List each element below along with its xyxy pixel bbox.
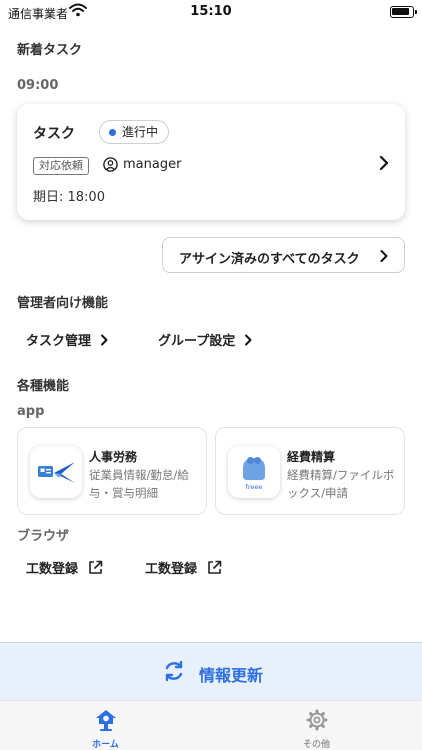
admin-section-title: 管理者向け機能 — [17, 296, 109, 311]
hr-app-card[interactable]: 人事労務 従業員情報/勤怠/給与・賞与明細 — [17, 427, 207, 515]
group-settings-link[interactable]: グループ設定 — [158, 330, 254, 349]
chevron-right-icon — [379, 155, 389, 171]
man-hours-link-1[interactable]: 工数登録 — [26, 558, 103, 577]
task-management-link[interactable]: タスク管理 — [26, 330, 110, 349]
tab-bar: ホーム その他 — [0, 700, 422, 750]
refresh-label: 情報更新 — [199, 666, 264, 685]
man-hours-label: 工数登録 — [26, 562, 79, 577]
hr-app-description: 従業員情報/勤怠/給与・賞与明細 — [89, 468, 189, 500]
svg-text:freee: freee — [246, 483, 263, 491]
chevron-right-icon — [380, 250, 388, 262]
home-icon — [96, 710, 116, 731]
expense-app-name: 経費精算 — [287, 450, 336, 464]
tab-other[interactable]: その他 — [211, 701, 422, 750]
group-settings-label: グループ設定 — [158, 334, 236, 349]
refresh-button[interactable]: 情報更新 — [0, 642, 422, 700]
expense-app-card[interactable]: freee 経費精算 経費精算/ファイルボックス/申請 — [215, 427, 405, 515]
clock: 15:10 — [190, 4, 232, 19]
expense-app-icon: freee — [228, 446, 280, 498]
man-hours-link-2[interactable]: 工数登録 — [145, 558, 222, 577]
hr-app-icon — [30, 446, 82, 498]
gear-icon — [306, 709, 328, 731]
tab-other-label: その他 — [302, 740, 330, 750]
chevron-right-icon — [101, 334, 108, 346]
new-tasks-title: 新着タスク — [17, 43, 83, 58]
refresh-icon — [165, 660, 183, 682]
status-bar: 通信事業者 15:10 — [0, 0, 422, 24]
task-deadline: 期日: 18:00 — [33, 190, 105, 205]
status-badge: 進行中 — [99, 120, 170, 144]
task-type-tag: 対応依頼 — [33, 157, 89, 175]
task-card[interactable]: タスク 進行中 対応依頼 manager 期日: 18:00 — [17, 104, 405, 220]
app-heading: app — [17, 404, 45, 419]
chevron-right-icon — [245, 334, 252, 346]
hr-app-name: 人事労務 — [89, 450, 138, 464]
tab-home-label: ホーム — [92, 740, 119, 750]
battery-icon — [390, 6, 417, 18]
all-tasks-label: アサイン済みのすべてのタスク — [179, 252, 360, 267]
tab-home[interactable]: ホーム — [0, 701, 211, 750]
features-section-title: 各種機能 — [17, 379, 70, 394]
all-tasks-button[interactable]: アサイン済みのすべてのタスク — [162, 237, 405, 273]
browser-heading: ブラウザ — [17, 529, 70, 544]
expense-app-description: 経費精算/ファイルボックス/申請 — [287, 468, 395, 500]
task-management-label: タスク管理 — [26, 334, 92, 349]
external-link-icon — [208, 560, 222, 574]
task-name: タスク — [33, 126, 75, 142]
assignee-name: manager — [123, 157, 182, 172]
person-icon — [103, 157, 118, 172]
task-time-heading: 09:00 — [17, 78, 59, 93]
external-link-icon — [89, 560, 103, 574]
man-hours-label: 工数登録 — [145, 562, 198, 577]
